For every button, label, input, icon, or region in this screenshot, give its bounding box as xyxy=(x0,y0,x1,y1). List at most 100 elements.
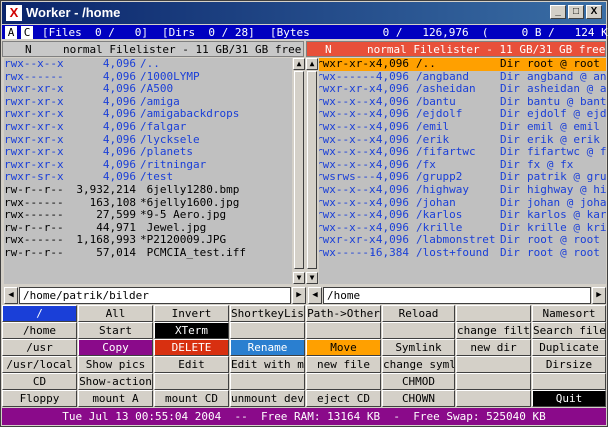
button-usr[interactable]: /usr xyxy=(2,339,77,356)
file-permissions: rwxr-xr-x xyxy=(319,82,376,96)
button-empty[interactable] xyxy=(382,322,455,339)
right-panel-header[interactable]: N normal Filelister - 11 GB/31 GB free xyxy=(306,41,606,57)
file-owner: highway @ high xyxy=(527,182,606,196)
scroll-up-icon[interactable]: ▲ xyxy=(293,58,305,70)
button-change-filte[interactable]: change filte xyxy=(456,322,531,339)
button-quit[interactable]: Quit xyxy=(532,390,606,407)
button-path-other[interactable]: Path->Other xyxy=(306,305,381,322)
scroll-thumb[interactable] xyxy=(307,71,317,269)
app-x-icon[interactable]: X xyxy=(6,5,22,21)
button-symlink[interactable]: Symlink xyxy=(382,339,455,356)
button-delete[interactable]: DELETE xyxy=(154,339,229,356)
close-button[interactable]: X xyxy=(586,5,602,19)
toggle-c-button[interactable]: C xyxy=(21,26,33,39)
button-floppy[interactable]: Floppy xyxy=(2,390,77,407)
left-scrollbar[interactable]: ▲ ▼ xyxy=(293,58,305,284)
button-empty[interactable] xyxy=(456,356,531,373)
button-new-file[interactable]: new file xyxy=(306,356,381,373)
list-item[interactable]: rwx------ 16,384/lost+found Dir root @ root xyxy=(319,245,606,260)
button-invert[interactable]: Invert xyxy=(154,305,229,322)
button-start[interactable]: Start xyxy=(78,322,153,339)
button-all[interactable]: All xyxy=(78,305,153,322)
scroll-left-icon[interactable]: ◀ xyxy=(4,287,18,304)
list-item[interactable]: rw-r--r-- 3,932,214 6jelly1280.bmp xyxy=(4,183,292,197)
scroll-down-icon[interactable]: ▼ xyxy=(293,272,305,284)
scroll-right-icon[interactable]: ▶ xyxy=(592,287,606,304)
list-item[interactable]: rwxr-xr-x 4,096/planets xyxy=(4,146,292,159)
button-new-dir[interactable]: new dir xyxy=(456,339,531,356)
list-item[interactable]: rw-r--r-- 57,014 PCMCIA_test.iff xyxy=(4,246,292,260)
left-panel-header[interactable]: N normal Filelister - 11 GB/31 GB free xyxy=(2,41,304,57)
minimize-button[interactable]: _ xyxy=(550,5,566,19)
button-empty[interactable] xyxy=(456,373,531,390)
list-item[interactable]: rwx--x--x4,096/fifartwc Dir fifartwc @ fif xyxy=(319,146,606,159)
button-edit[interactable]: Edit xyxy=(154,356,229,373)
button-search-file[interactable]: Search file xyxy=(532,322,606,339)
button-xterm[interactable]: XTerm xyxy=(154,322,229,339)
button-[interactable]: / xyxy=(2,305,77,322)
button-move[interactable]: Move xyxy=(306,339,381,356)
button-usr-local[interactable]: /usr/local xyxy=(2,356,77,373)
toggle-a-button[interactable]: A xyxy=(5,26,17,39)
button-show-pics[interactable]: Show pics xyxy=(78,356,153,373)
button-mount-a[interactable]: mount A xyxy=(78,390,153,407)
button-empty[interactable] xyxy=(230,322,305,339)
file-owner: root @ root xyxy=(527,245,600,259)
bytes-count: [Bytes 0 / 126,976 ( 0 B / 124 KB) ] xyxy=(270,26,608,39)
button-chmod[interactable]: CHMOD xyxy=(382,373,455,390)
button-empty[interactable] xyxy=(230,373,305,390)
button-empty[interactable] xyxy=(306,373,381,390)
left-panel-mode: N xyxy=(25,43,32,56)
button-dirsize[interactable]: Dirsize xyxy=(532,356,606,373)
button-unmount-devi[interactable]: unmount devi xyxy=(230,390,305,407)
list-item[interactable]: rwx--x--x4,096/highway Dir highway @ high xyxy=(319,182,606,197)
file-type: Dir xyxy=(500,245,520,259)
list-item[interactable]: rwxr-xr-x 4,096/falgar xyxy=(4,120,292,134)
list-item[interactable]: rwx--x--x 4,096 /.. xyxy=(4,58,292,71)
button-eject-cd[interactable]: eject CD xyxy=(306,390,381,407)
title-bar[interactable]: X Worker - /home _ □ X xyxy=(2,2,606,24)
scroll-thumb[interactable] xyxy=(294,71,304,269)
button-copy[interactable]: Copy xyxy=(78,339,153,356)
button-empty[interactable] xyxy=(456,390,531,407)
maximize-button[interactable]: □ xyxy=(568,5,584,19)
left-file-list[interactable]: rwx--x--x 4,096/.. rwx------ 4,096/1000LYMP… xyxy=(4,58,292,284)
button-empty[interactable] xyxy=(154,373,229,390)
button-empty[interactable] xyxy=(306,322,381,339)
list-item[interactable]: rwxr-xr-x 4,096 /.. Dir root @ root xyxy=(319,58,606,71)
button-duplicate[interactable]: Duplicate xyxy=(532,339,606,356)
file-owner: root @ root xyxy=(527,58,600,70)
scroll-left-icon[interactable]: ◀ xyxy=(308,287,322,304)
button-edit-with-mc[interactable]: Edit with mc xyxy=(230,356,305,373)
button-chown[interactable]: CHOWN xyxy=(382,390,455,407)
right-scrollbar[interactable]: ▲ ▼ xyxy=(306,58,318,284)
button-empty[interactable] xyxy=(532,373,606,390)
file-size: 4,096 xyxy=(375,182,409,196)
scroll-down-icon[interactable]: ▼ xyxy=(306,272,318,284)
list-item[interactable]: rwx--x--x 4,096/emil Dir emil @ emil xyxy=(319,120,606,134)
scroll-up-icon[interactable]: ▲ xyxy=(306,58,318,70)
file-name: /planets xyxy=(140,145,193,159)
button-rename[interactable]: Rename xyxy=(230,339,305,356)
file-name: /highway xyxy=(416,182,469,196)
button-shortkeylist[interactable]: ShortkeyList xyxy=(230,305,305,322)
list-item[interactable]: rwx--x--x4,096/karlos Dir karlos @ karlo xyxy=(319,209,606,222)
file-name: /lost+found xyxy=(416,245,489,259)
file-size: 4,096 xyxy=(375,208,409,222)
button-show-action[interactable]: Show-action xyxy=(78,373,153,390)
list-item[interactable]: rwxr-xr-x4,096/asheidan Dir asheidan @ ash xyxy=(319,83,606,96)
right-file-list[interactable]: rwxr-xr-x 4,096/.. Dir root @ root rwx------… xyxy=(319,58,606,284)
button-mount-cd[interactable]: mount CD xyxy=(154,390,229,407)
list-item[interactable]: rwx------ 27,599 *9-5 Aero.jpg xyxy=(4,209,292,222)
scroll-right-icon[interactable]: ▶ xyxy=(292,287,306,304)
button-home[interactable]: /home xyxy=(2,322,77,339)
button-namesort[interactable]: Namesort xyxy=(532,305,606,322)
button-change-symli[interactable]: change symli xyxy=(382,356,455,373)
window-title: Worker - /home xyxy=(26,5,121,20)
right-path-input[interactable]: /home xyxy=(323,287,591,304)
left-path-input[interactable]: /home/patrik/bilder xyxy=(19,287,291,304)
button-empty[interactable] xyxy=(456,305,531,322)
button-cd[interactable]: CD xyxy=(2,373,77,390)
button-reload[interactable]: Reload xyxy=(382,305,455,322)
list-item[interactable]: rwxr-xr-x 4,096/A500 xyxy=(4,83,292,96)
